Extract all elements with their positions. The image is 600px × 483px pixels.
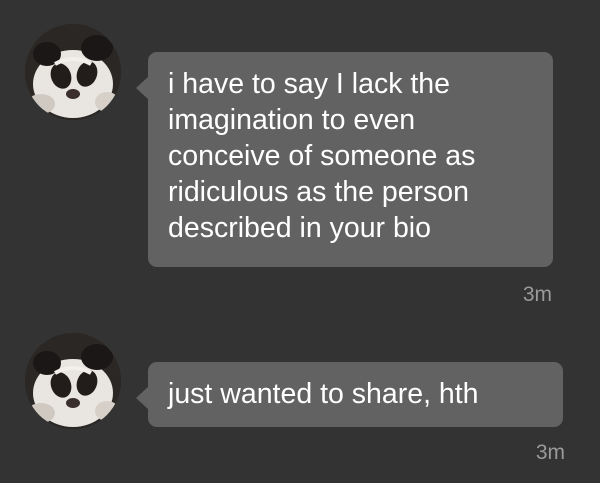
panda-plush-avatar-icon [25, 24, 121, 120]
message-bubble[interactable]: just wanted to share, hth [136, 362, 563, 427]
message-timestamp: 3m [535, 441, 565, 464]
message-bubble[interactable]: i have to say I lack the imagination to … [136, 52, 553, 267]
avatar[interactable] [25, 24, 121, 120]
panda-plush-avatar-icon [25, 333, 121, 429]
message-timestamp: 3m [522, 283, 552, 306]
avatar[interactable] [25, 333, 121, 429]
message-thread: i have to say I lack the imagination to … [0, 0, 600, 483]
